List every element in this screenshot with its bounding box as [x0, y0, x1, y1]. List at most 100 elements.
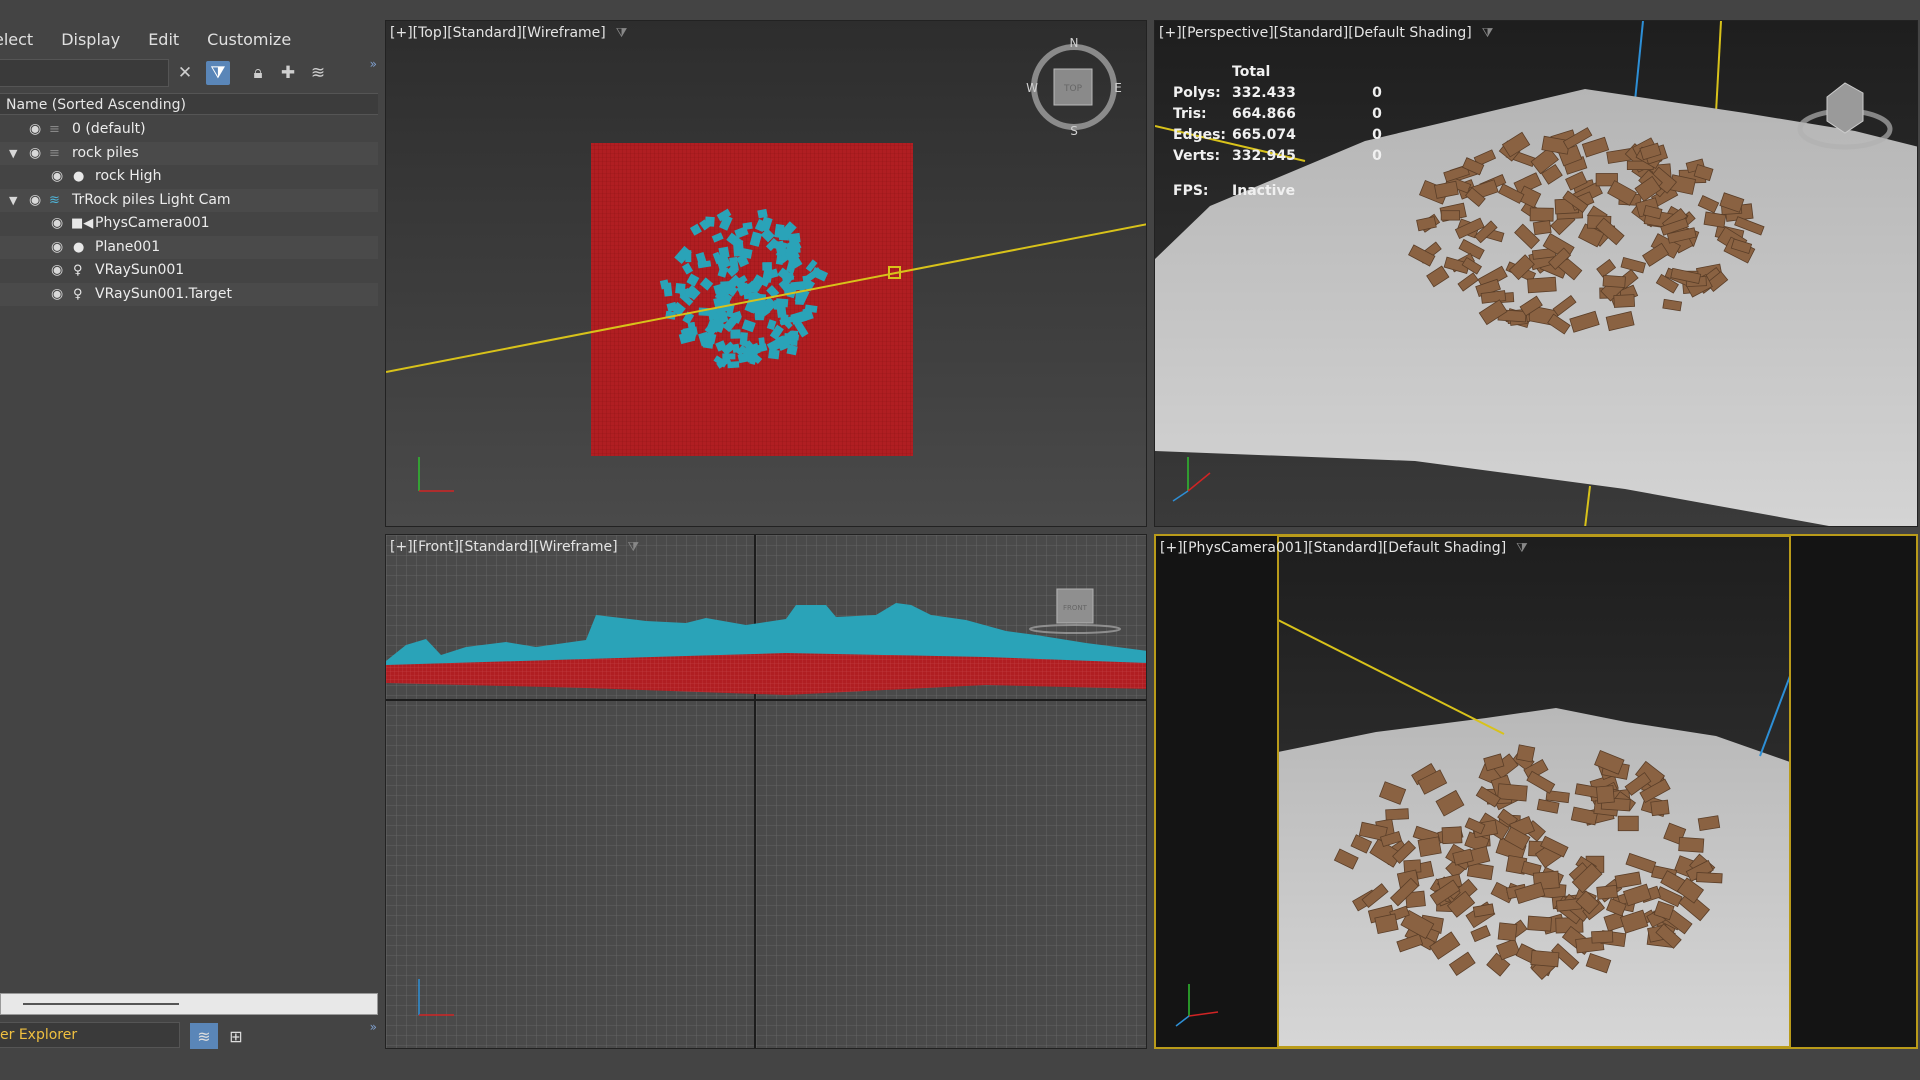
tree-row[interactable]: ◉ ♀ VRaySun001.Target	[0, 282, 378, 306]
viewport-label-text: [+][PhysCamera001][Standard][Default Sha…	[1160, 540, 1507, 556]
viewcube[interactable]	[1826, 82, 1864, 134]
viewport-front[interactable]: FRONT [+][Front][Standard][Wireframe] ⧩	[385, 534, 1147, 1049]
axis-x	[1188, 1011, 1219, 1017]
stats-label: Verts:	[1173, 148, 1221, 164]
menu-customize[interactable]: Customize	[207, 30, 291, 49]
eye-icon[interactable]: ◉	[29, 118, 41, 141]
rock-brick	[1530, 950, 1560, 968]
stats-total-header: Total	[1232, 64, 1271, 80]
rock-brick	[1527, 915, 1552, 932]
tree-item-label: Plane001	[95, 238, 161, 255]
rock-brick	[702, 338, 714, 349]
rock-brick	[1516, 744, 1536, 763]
viewport-label-front[interactable]: [+][Front][Standard][Wireframe] ⧩	[390, 539, 639, 555]
viewport-label-camera[interactable]: [+][PhysCamera001][Standard][Default Sha…	[1160, 540, 1528, 556]
menu-display[interactable]: Display	[61, 30, 120, 49]
tree-item-label: VRaySun001.Target	[95, 285, 232, 302]
stats-fps: Inactive	[1232, 183, 1296, 199]
filter-icon[interactable]: ⧩	[1482, 26, 1494, 41]
collapse-arrow-icon[interactable]: ▼	[9, 142, 17, 165]
tree-row[interactable]: ◉ ● rock High	[0, 165, 378, 189]
filter-icon[interactable]: ⧩	[206, 61, 230, 85]
filter-icon[interactable]: ⧩	[616, 26, 628, 41]
eye-icon[interactable]: ◉	[51, 212, 63, 235]
layers-icon[interactable]: ≋	[306, 61, 330, 85]
rock-brick	[1602, 274, 1626, 288]
layer-explorer-icon[interactable]: ≋	[190, 1023, 218, 1049]
tree-item-label: PhysCamera001	[95, 215, 210, 231]
layer-icon: ≡	[49, 145, 60, 161]
scene-explorer-toolbar: ✕ ⧩ 🔒︎ ✚ ≋ »	[0, 57, 383, 89]
rock-brick	[732, 240, 742, 257]
viewport-label-perspective[interactable]: [+][Perspective][Standard][Default Shadi…	[1159, 25, 1493, 41]
tree-item-label: 0 (default)	[72, 121, 146, 137]
add-layer-icon[interactable]: ✚	[276, 61, 300, 85]
eye-icon[interactable]: ◉	[29, 142, 41, 165]
eye-icon[interactable]: ◉	[51, 283, 63, 306]
filter-icon[interactable]: ⧩	[1516, 541, 1528, 556]
tree-item-label: rock piles	[72, 144, 139, 161]
viewport-label-top[interactable]: [+][Top][Standard][Wireframe] ⧩	[390, 25, 627, 41]
axis-z	[1172, 490, 1189, 502]
filter-icon[interactable]: ⧩	[628, 540, 640, 555]
clear-search-icon[interactable]: ✕	[173, 61, 197, 85]
camera-viewport-canvas	[1175, 536, 1791, 1047]
explorer-name: er Explorer	[0, 1027, 78, 1043]
search-input[interactable]	[0, 59, 169, 87]
scrollbar-thumb[interactable]	[23, 1003, 179, 1005]
stats-edges: 665.074	[1232, 127, 1296, 143]
collapse-arrow-icon[interactable]: ▼	[9, 189, 17, 212]
lock-icon[interactable]: 🔒︎	[246, 61, 270, 85]
menu-edit[interactable]: Edit	[148, 30, 179, 49]
stats-tris-selected: 0	[1372, 106, 1382, 122]
menu-select[interactable]: elect	[0, 30, 33, 49]
tree-row[interactable]: ◉ ● Plane001	[0, 235, 378, 259]
tree-row[interactable]: ▼ ◉ ≋ TrRock piles Light Cam	[0, 188, 378, 212]
rock-brick	[704, 216, 715, 227]
compass-south: S	[1070, 124, 1078, 138]
hierarchy-icon[interactable]: ⊞	[222, 1023, 250, 1049]
camera-icon: ■◀	[71, 216, 94, 231]
rock-brick	[755, 305, 765, 321]
expand-chevron-icon[interactable]: »	[370, 57, 377, 71]
rock-brick	[1529, 207, 1554, 222]
stats-polys-selected: 0	[1372, 85, 1382, 101]
tree-row[interactable]: ◉ ♀ VRaySun001	[0, 259, 378, 283]
rock-brick	[773, 300, 783, 310]
rock-brick	[730, 329, 741, 339]
horizontal-scrollbar[interactable]	[0, 993, 378, 1015]
eye-icon[interactable]: ◉	[51, 236, 63, 259]
viewport-perspective[interactable]: [+][Perspective][Standard][Default Shadi…	[1154, 20, 1918, 527]
column-header-name[interactable]: Name (Sorted Ascending)	[0, 93, 378, 115]
rock-brick	[1696, 872, 1723, 884]
home-grid	[386, 535, 1146, 1048]
stats-label: Polys:	[1173, 85, 1221, 101]
stats-label: Tris:	[1173, 106, 1207, 122]
eye-icon[interactable]: ◉	[29, 189, 41, 212]
sun-direction-line-lower	[1584, 485, 1591, 526]
viewcube-label: TOP	[1063, 84, 1083, 94]
layer-stack-icon: ≋	[49, 192, 60, 208]
scene-explorer-panel: elect Display Edit Customize ✕ ⧩ 🔒︎ ✚ ≋ …	[0, 0, 383, 1080]
explorer-selector[interactable]: er Explorer ▾	[0, 1022, 195, 1048]
stats-label: FPS:	[1173, 183, 1209, 199]
rock-brick	[768, 349, 780, 360]
rock-brick	[1440, 210, 1461, 221]
tree-row[interactable]: ▼ ◉ ≡ rock piles	[0, 141, 378, 165]
expand-chevron-icon[interactable]: »	[370, 1020, 377, 1034]
compass-north: N	[1070, 36, 1079, 50]
tree-row[interactable]: ◉ ≡ 0 (default)	[0, 118, 378, 142]
viewport-top[interactable]: TOP N S E W [+][Top][Standard][Wireframe…	[385, 20, 1147, 527]
stats-label: Edges:	[1173, 127, 1227, 143]
viewport-camera[interactable]: [+][PhysCamera001][Standard][Default Sha…	[1154, 534, 1918, 1049]
tree-row[interactable]: ◉ ■◀ PhysCamera001	[0, 212, 378, 236]
sphere-icon: ●	[73, 169, 85, 184]
compass-west: W	[1026, 81, 1038, 95]
eye-icon[interactable]: ◉	[51, 165, 63, 188]
stats-verts: 332.945	[1232, 148, 1296, 164]
viewcube-label: FRONT	[1063, 604, 1088, 612]
stats-polys: 332.433	[1232, 85, 1296, 101]
statistics-overlay: Total Polys: 332.433 0 Tris: 664.866 0 Edges…	[1173, 63, 1382, 203]
scene-explorer-menubar: elect Display Edit Customize	[0, 26, 383, 52]
eye-icon[interactable]: ◉	[51, 259, 63, 282]
